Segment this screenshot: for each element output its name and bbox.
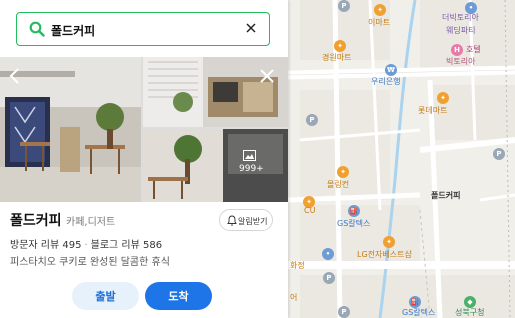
poi-label[interactable]: 웨딩파티 — [446, 26, 475, 36]
poi-label[interactable]: GS칼텍스 — [402, 308, 435, 318]
place-category: 카페,디저트 — [66, 217, 116, 228]
search-input[interactable]: 폴드커피 — [51, 22, 95, 39]
gas-station-icon[interactable]: ⛽ — [348, 205, 360, 217]
close-gallery-icon[interactable] — [258, 67, 276, 85]
poi-label[interactable]: 우리은행 — [371, 77, 400, 87]
parking-icon[interactable]: P — [306, 114, 318, 126]
poi-label[interactable]: 호텔 — [466, 45, 481, 55]
poi-label[interactable]: 이마트 — [368, 18, 390, 28]
mart-icon[interactable]: ✦ — [334, 40, 346, 52]
separator: · — [84, 240, 88, 251]
blog-reviews[interactable]: 블로그 리뷰 586 — [91, 240, 162, 251]
parking-icon[interactable]: P — [323, 272, 335, 284]
hotel-icon[interactable]: H — [451, 44, 463, 56]
bank-icon[interactable]: ₩ — [385, 64, 397, 76]
bell-icon — [227, 215, 237, 226]
alarm-label: 알림받기 — [238, 217, 268, 226]
photo-gallery[interactable] — [0, 57, 288, 202]
parking-icon[interactable]: P — [338, 0, 350, 12]
poi-label[interactable]: 화정 — [290, 261, 305, 271]
parking-icon[interactable]: P — [493, 148, 505, 160]
poi-label[interactable]: 몰링컨 — [327, 180, 349, 190]
visitor-reviews[interactable]: 방문자 리뷰 495 — [10, 240, 81, 251]
restaurant-icon[interactable]: ✦ — [337, 166, 349, 178]
poi-label[interactable]: 더빅토리아 — [442, 13, 479, 23]
poi-label[interactable]: GS칼텍스 — [337, 219, 370, 229]
place-panel: 폴드커피 999+ 폴드커피 카페,디저트 알림받기 방문자 리뷰 495 · … — [0, 0, 288, 318]
depart-button[interactable]: 출발 — [72, 282, 139, 310]
chevron-left-icon[interactable] — [6, 67, 24, 85]
mart-icon[interactable]: ✦ — [374, 4, 386, 16]
alarm-button[interactable]: 알림받기 — [219, 209, 273, 231]
parking-icon[interactable]: P — [338, 306, 350, 318]
search-box[interactable]: 폴드커피 — [16, 12, 270, 46]
poi-label[interactable]: 롯데마트 — [418, 106, 447, 116]
poi-label[interactable]: 경원마트 — [322, 53, 351, 63]
poi-label[interactable]: 성북구청 — [455, 308, 484, 318]
building-icon[interactable]: • — [322, 248, 334, 260]
poi-label[interactable]: 빅토리아 — [446, 57, 475, 67]
clear-search-icon[interactable] — [243, 20, 259, 36]
image-icon — [243, 150, 256, 161]
review-summary: 방문자 리뷰 495 · 블로그 리뷰 586 — [10, 236, 162, 251]
marker-label: 폴드커피 — [431, 191, 461, 200]
mart-icon[interactable]: ✦ — [437, 92, 449, 104]
poi-label[interactable]: 어 — [290, 293, 297, 303]
search-icon[interactable] — [29, 21, 45, 37]
photo-count[interactable]: 999+ — [239, 164, 264, 174]
place-title[interactable]: 폴드커피 — [10, 210, 62, 230]
place-description: 피스타치오 쿠키로 완성된 달콤한 휴식 — [10, 257, 170, 268]
gas-station-icon[interactable]: ⛽ — [409, 296, 421, 308]
store-icon[interactable]: ✦ — [383, 236, 395, 248]
poi-label[interactable]: LG전자베스트샵 — [357, 250, 412, 260]
government-icon[interactable]: ◆ — [464, 296, 476, 308]
poi-label[interactable]: CU — [304, 206, 315, 216]
arrive-button[interactable]: 도착 — [145, 282, 212, 310]
photo-3[interactable] — [143, 129, 288, 202]
